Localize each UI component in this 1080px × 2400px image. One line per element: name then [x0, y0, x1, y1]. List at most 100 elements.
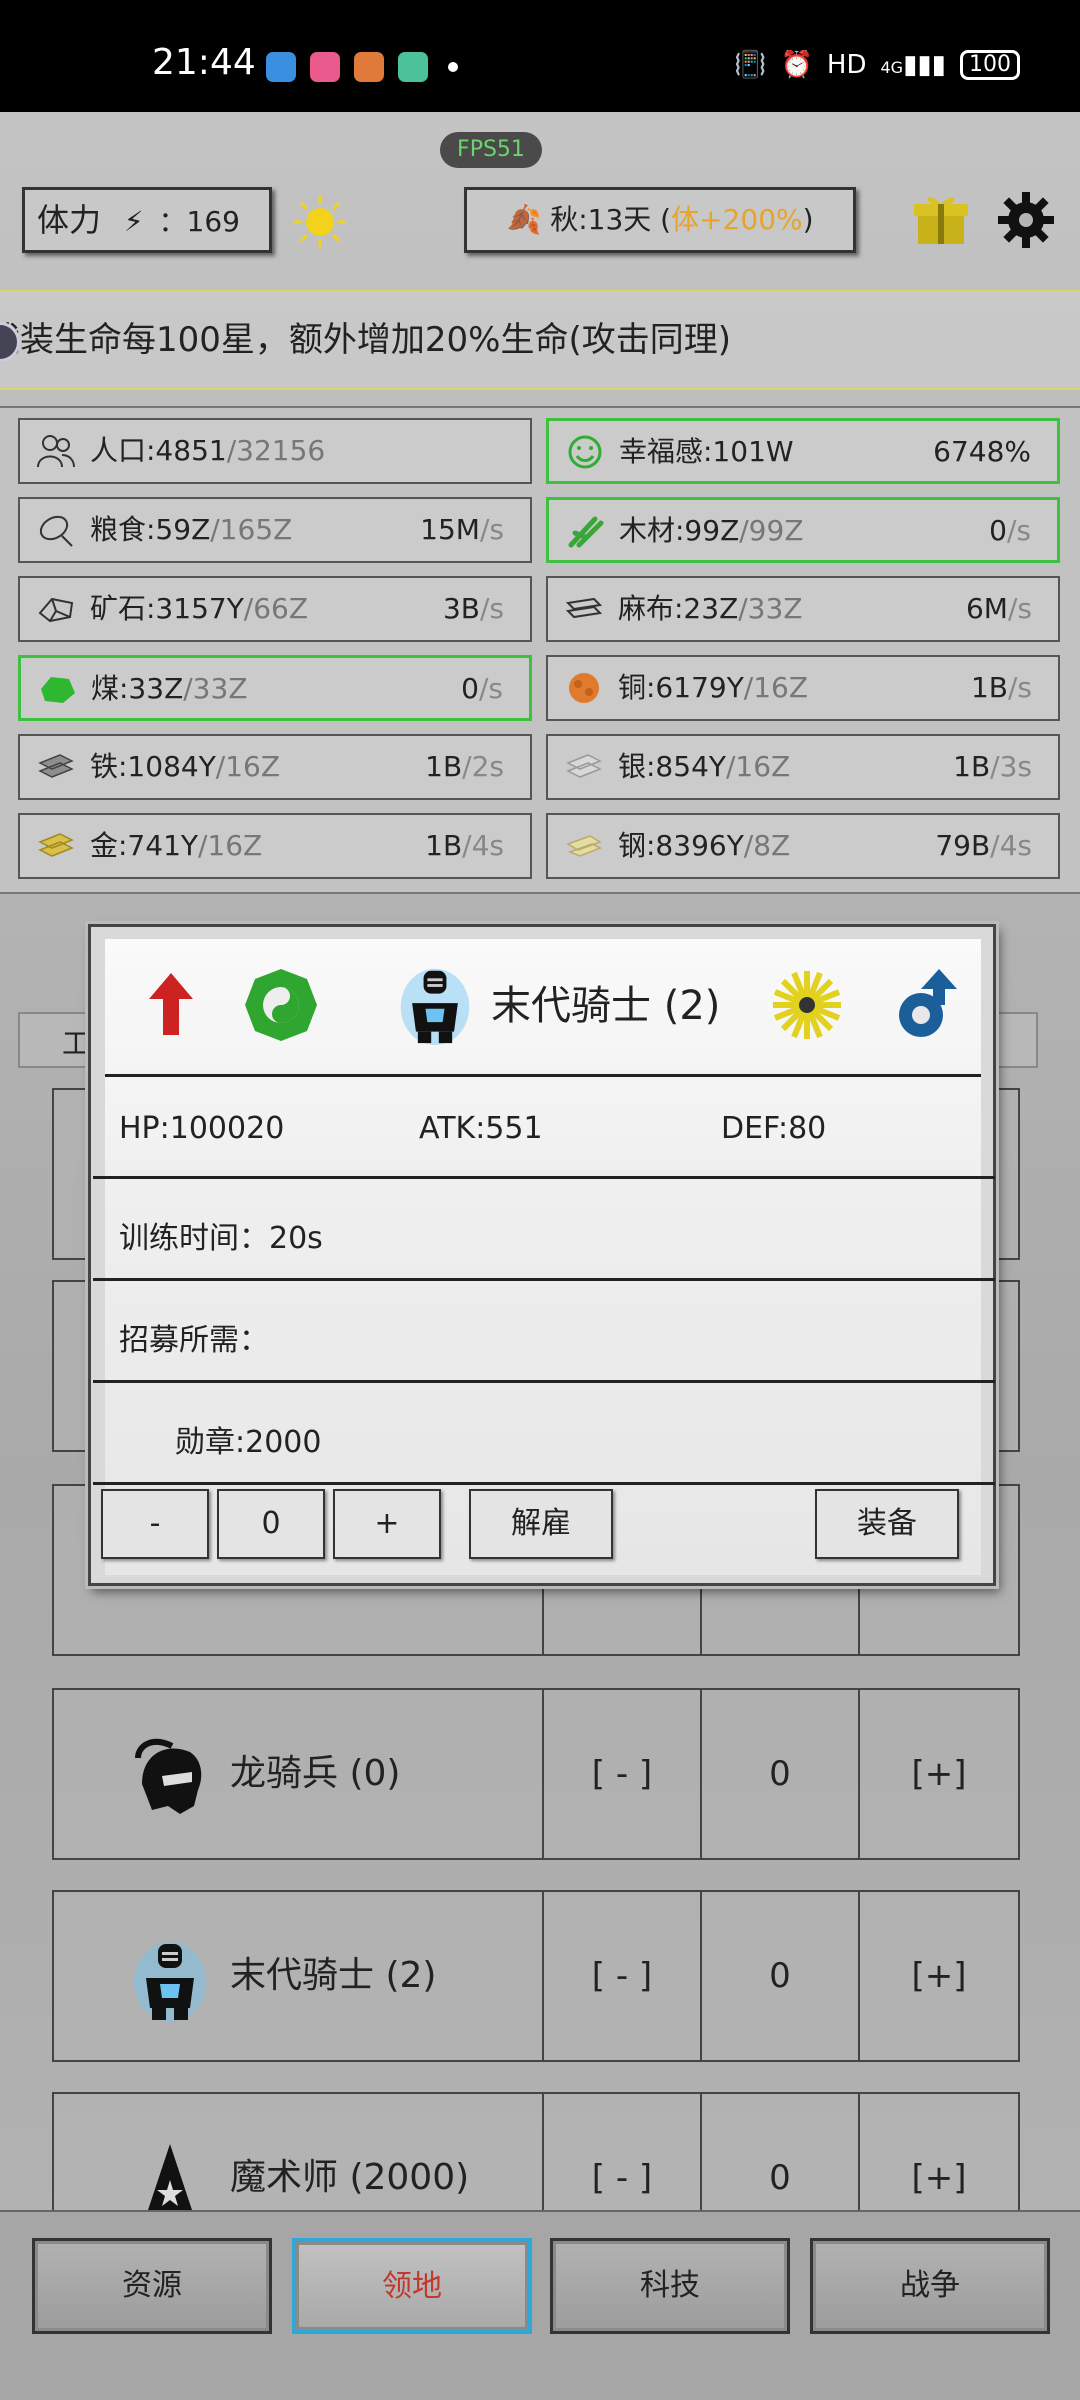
- bagua-icon[interactable]: [241, 965, 321, 1045]
- copper-icon: [569, 673, 599, 703]
- resource-rate-unit: /2s: [462, 750, 504, 783]
- resource-max: /32156: [226, 434, 326, 467]
- stamina-box: 体力 ⚡ ：169: [22, 187, 272, 253]
- unit-count: 0: [700, 1890, 860, 2062]
- app-notification-icon: [266, 52, 296, 82]
- resource-name: 铜:6179Y: [618, 671, 744, 704]
- increase-button[interactable]: [+]: [858, 1890, 1020, 2062]
- gift-icon[interactable]: [912, 190, 970, 248]
- vibrate-icon: 📳: [734, 50, 767, 80]
- resource-item: 粮食:59Z/165Z 15M/s: [18, 497, 532, 563]
- resource-item: 幸福感:101W 6748%: [546, 418, 1060, 484]
- medal-cost: 勋章:2000: [175, 1425, 322, 1460]
- battery-icon: 100: [960, 50, 1020, 80]
- resource-rate-unit: /s: [479, 592, 504, 625]
- sun-icon: [294, 196, 346, 248]
- upgrade-arrow-icon[interactable]: [131, 965, 211, 1045]
- resource-max: /16Z: [215, 750, 281, 783]
- nav-territory[interactable]: 领地: [292, 2238, 532, 2334]
- resource-rate-unit: /3s: [990, 750, 1032, 783]
- season-box: 🍂 秋:13天 (体+200%): [464, 187, 856, 253]
- wood-icon: [568, 516, 604, 548]
- unit-detail-dialog: 末代骑士 (2) HP:100020 ATK:551 DEF:80 训练时间：2…: [88, 924, 996, 1586]
- resource-rate-unit: /s: [1006, 514, 1031, 547]
- resource-item: 人口:4851/32156: [18, 418, 532, 484]
- resource-max: /16Z: [743, 671, 809, 704]
- nav-war[interactable]: 战争: [810, 2238, 1050, 2334]
- resource-name: 木材:99Z: [619, 514, 740, 547]
- unit-info[interactable]: 末代骑士 (2): [52, 1890, 544, 2062]
- knight-icon: [400, 968, 470, 1045]
- dismiss-button[interactable]: 解雇: [469, 1489, 613, 1559]
- gear-icon[interactable]: [996, 190, 1056, 250]
- resource-name: 粮食:59Z: [90, 513, 211, 546]
- gold-icon: [38, 833, 74, 857]
- nav-tech[interactable]: 科技: [550, 2238, 790, 2334]
- resource-rate-unit: /s: [478, 672, 503, 705]
- resource-item: 麻布:23Z/33Z 6M/s: [546, 576, 1060, 642]
- resource-item: 银:854Y/16Z 1B/3s: [546, 734, 1060, 800]
- resource-rate-unit: /4s: [462, 829, 504, 862]
- bottom-nav: 资源 领地 科技 战争: [0, 2210, 1080, 2400]
- app-notification-icon: [398, 52, 428, 82]
- resource-max: /8Z: [743, 829, 791, 862]
- section-tab-label[interactable]: 工: [62, 1022, 90, 1062]
- dialog-footer: - 0 + 解雇 装备: [93, 1489, 995, 1569]
- season-bonus: 体+200%: [671, 203, 803, 236]
- def-stat: DEF:80: [721, 1111, 827, 1146]
- resource-rate: 1B: [970, 671, 1008, 704]
- resource-item: 铁:1084Y/16Z 1B/2s: [18, 734, 532, 800]
- silver-icon: [566, 754, 602, 778]
- gear-upgrade-icon[interactable]: [883, 965, 963, 1045]
- network-label: HD: [826, 50, 867, 80]
- qty-increase-button[interactable]: +: [333, 1489, 441, 1559]
- coal-icon: [41, 677, 75, 703]
- resource-name: 银:854Y: [618, 750, 726, 783]
- unit-name: 末代骑士 (2): [230, 1955, 437, 1996]
- resource-name: 麻布:23Z: [618, 592, 739, 625]
- decrease-button[interactable]: [ - ]: [542, 1890, 702, 2062]
- qty-decrease-button[interactable]: -: [101, 1489, 209, 1559]
- decrease-button[interactable]: [ - ]: [542, 1688, 702, 1860]
- app-notification-icon: [354, 52, 384, 82]
- status-bar: 21:44 📳 ⏰ HD 4G▮▮▮ 100: [0, 0, 1080, 112]
- hp-stat: HP:100020: [119, 1111, 285, 1146]
- equip-button[interactable]: 装备: [815, 1489, 959, 1559]
- resource-rate: 79B: [935, 829, 991, 862]
- nav-resources[interactable]: 资源: [32, 2238, 272, 2334]
- recruit-req-row: 招募所需：: [93, 1281, 995, 1383]
- burst-icon[interactable]: [767, 965, 847, 1045]
- resource-name: 人口:4851: [90, 434, 227, 467]
- resource-rate-unit: /4s: [990, 829, 1032, 862]
- knight-icon: [134, 1942, 206, 2022]
- resource-rate: 6M: [965, 592, 1008, 625]
- resource-item: 木材:99Z/99Z 0/s: [546, 497, 1060, 563]
- recruit-req-label: 招募所需：: [119, 1323, 269, 1358]
- ore-icon: [38, 597, 74, 623]
- unit-row: 末代骑士 (2) [ - ] 0 [+]: [52, 1890, 1020, 2062]
- grain-icon: [39, 515, 73, 547]
- resource-name: 金:741Y: [90, 829, 198, 862]
- dialog-title: 末代骑士 (2): [491, 983, 721, 1029]
- stamina-value: ：169: [158, 205, 240, 238]
- lightning-icon: ⚡: [123, 205, 144, 238]
- resource-rate: 1B: [953, 750, 991, 783]
- resource-max: /33Z: [183, 672, 248, 705]
- resource-item: 金:741Y/16Z 1B/4s: [18, 813, 532, 879]
- increase-button[interactable]: [+]: [858, 1688, 1020, 1860]
- resource-max: /99Z: [739, 514, 804, 547]
- resource-rate: 1B: [425, 750, 463, 783]
- unit-info[interactable]: 龙骑兵 (0): [52, 1688, 544, 1860]
- qty-field[interactable]: 0: [217, 1489, 325, 1559]
- stats-row: HP:100020 ATK:551 DEF:80: [93, 1077, 995, 1179]
- resource-rate: 1B: [425, 829, 463, 862]
- atk-stat: ATK:551: [419, 1111, 543, 1146]
- helmet-icon: [135, 1738, 202, 1814]
- resource-max: /165Z: [210, 513, 293, 546]
- unit-name: 龙骑兵 (0): [230, 1753, 401, 1794]
- train-time-text: 训练时间：20s: [119, 1221, 323, 1256]
- season-close: ): [802, 203, 814, 236]
- resource-item: 铜:6179Y/16Z 1B/s: [546, 655, 1060, 721]
- resource-rate-unit: /s: [1007, 592, 1032, 625]
- dialog-body: 末代骑士 (2) HP:100020 ATK:551 DEF:80 训练时间：2…: [93, 939, 995, 1575]
